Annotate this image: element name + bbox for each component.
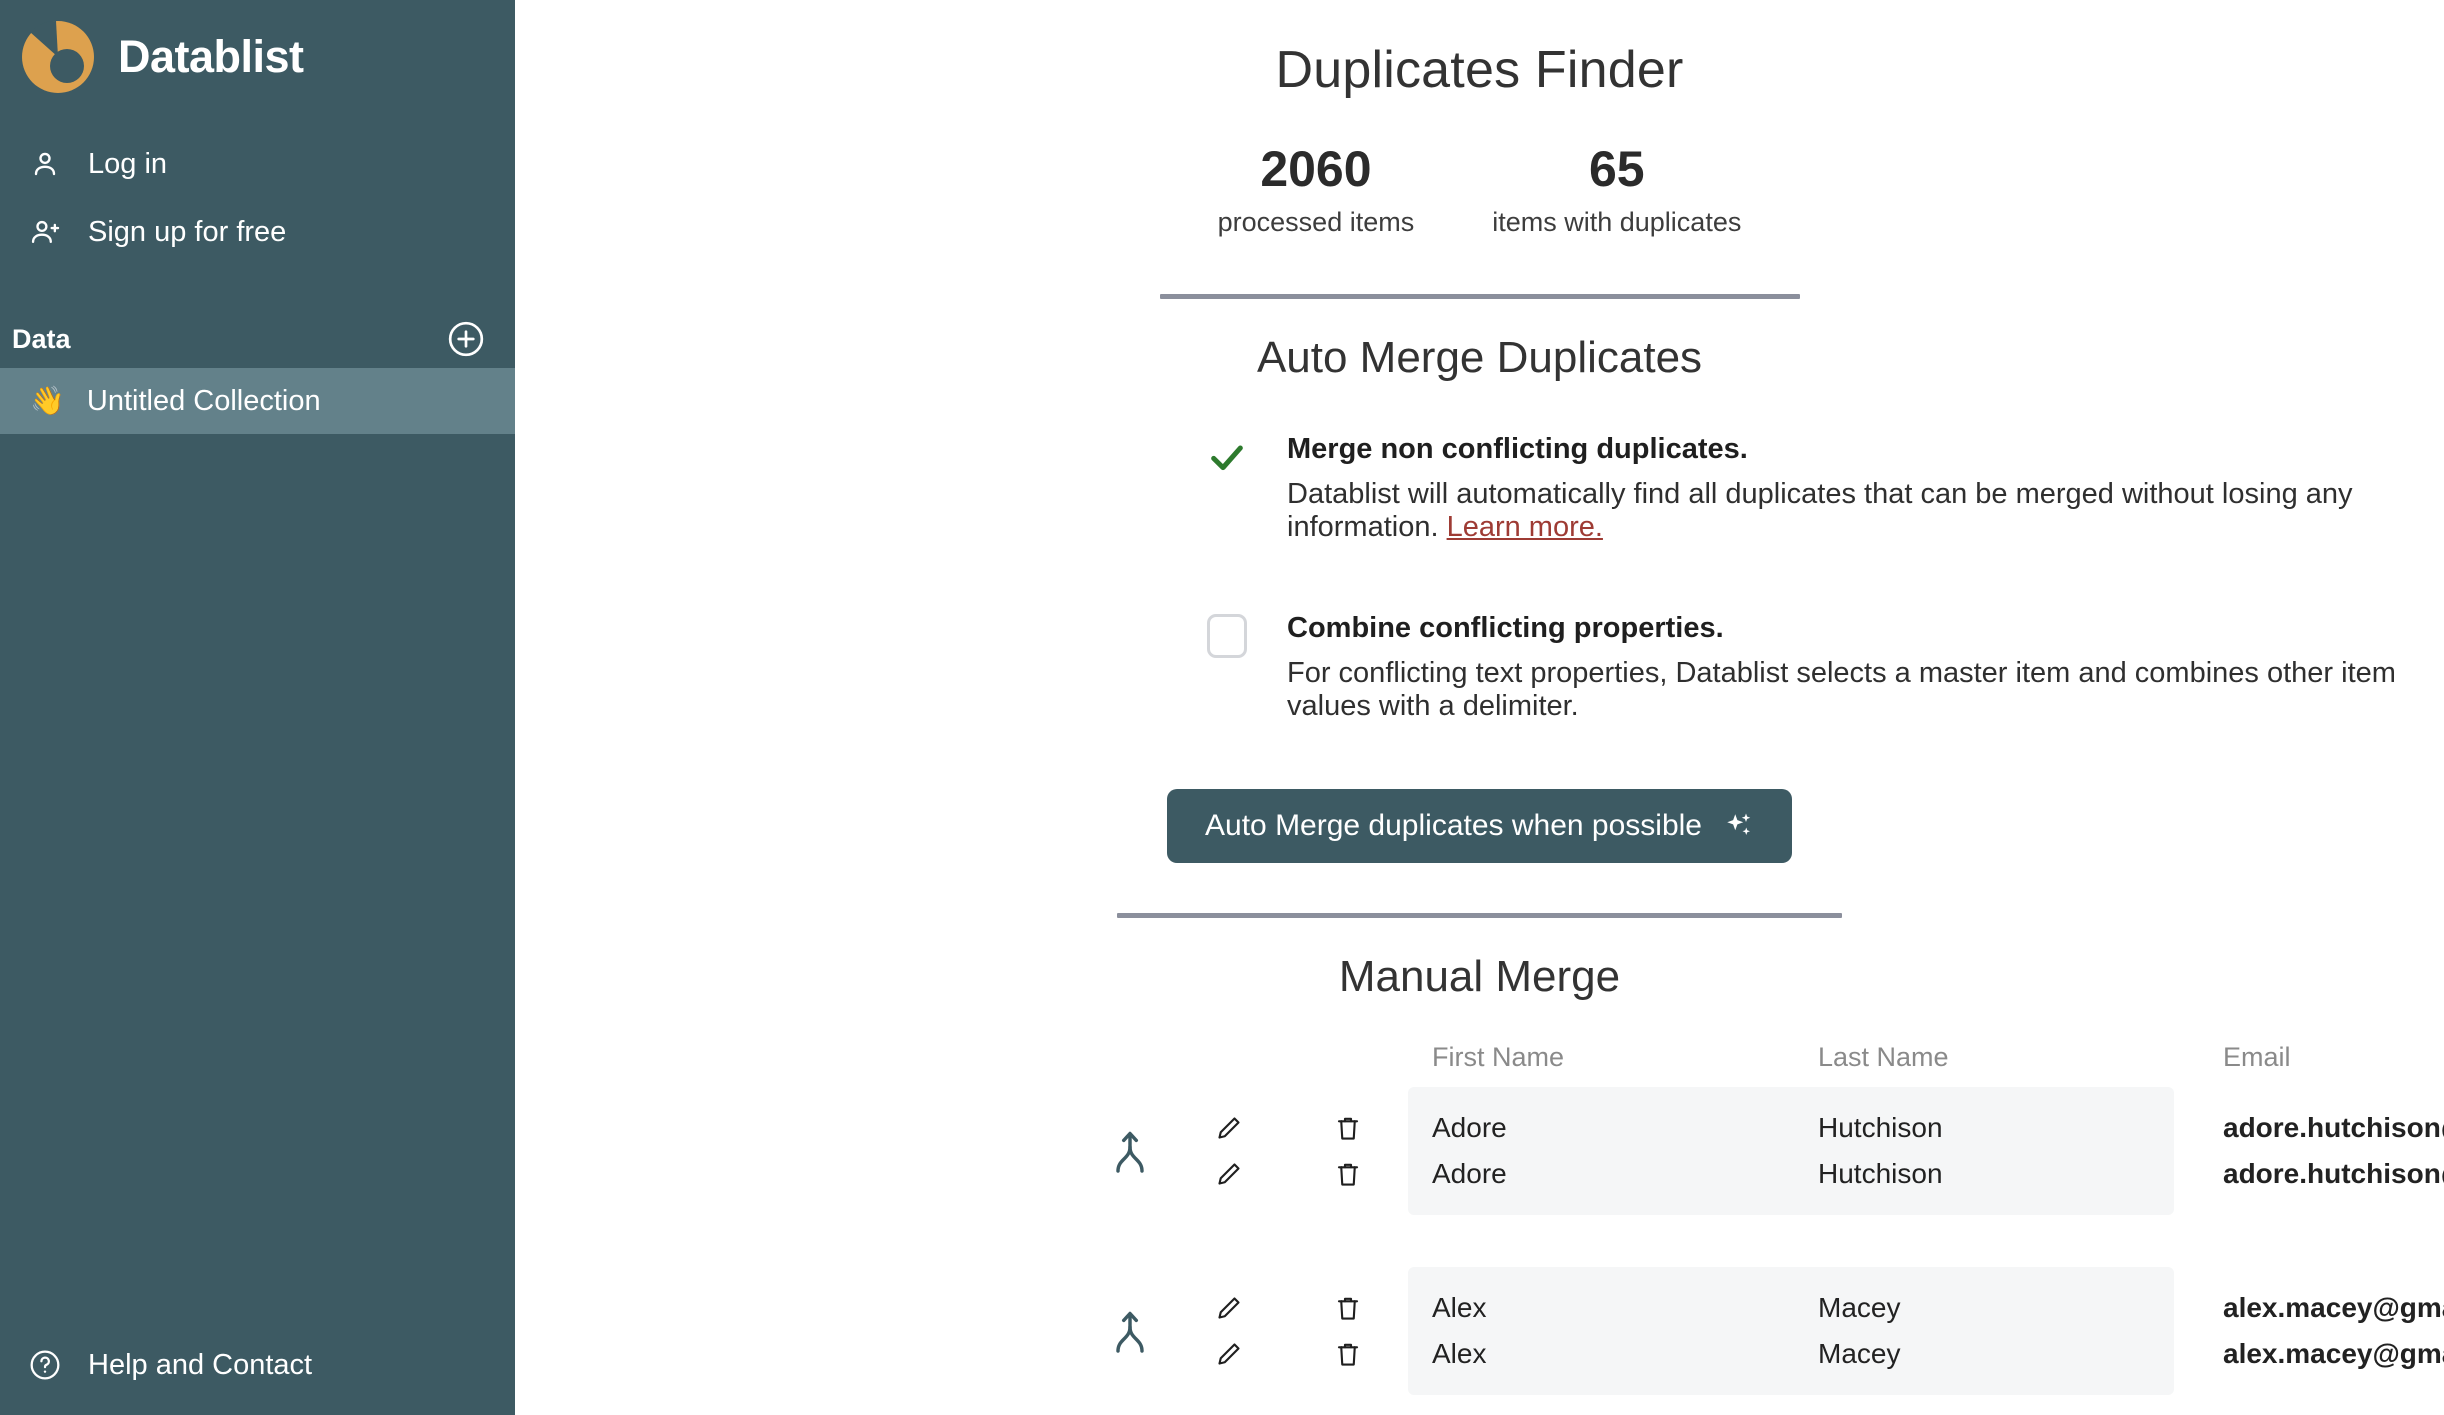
merge-arrow-icon[interactable] — [515, 1267, 1170, 1395]
table-header-row: First Name Last Name Email Profession — [515, 1042, 2444, 1087]
auto-merge-button-row: Auto Merge duplicates when possible — [515, 789, 2444, 863]
auto-merge-options: Merge non conflicting duplicates. Databl… — [1205, 431, 2444, 723]
stat-items-with-duplicates-value: 65 — [1492, 142, 1741, 197]
cell-first-name: Adore — [1408, 1087, 1818, 1151]
wave-emoji-icon: 👋 — [30, 387, 65, 415]
edit-row-button[interactable] — [1170, 1151, 1288, 1215]
trash-icon — [1333, 1159, 1363, 1189]
trash-icon — [1333, 1339, 1363, 1369]
edit-row-button[interactable] — [1170, 1267, 1288, 1331]
option-combine-conflicting-title: Combine conflicting properties. — [1287, 612, 2444, 645]
user-icon — [28, 147, 62, 181]
sidebar-item-login[interactable]: Log in — [0, 130, 515, 198]
duplicate-group: Alex Macey alex.macey@gmail.com firefigh… — [515, 1267, 2444, 1395]
cell-email: adore.hutchison@gmail.com — [2223, 1151, 2444, 1215]
help-circle-icon — [28, 1348, 62, 1382]
pencil-icon — [1214, 1339, 1244, 1369]
cell-first-name: Alex — [1408, 1267, 1818, 1331]
stat-processed-items: 2060 processed items — [1218, 142, 1415, 238]
user-plus-icon — [28, 215, 62, 249]
cell-email: alex.macey@gmail.com — [2223, 1267, 2444, 1331]
collection-label: Untitled Collection — [87, 385, 321, 418]
delete-row-button[interactable] — [1288, 1267, 1408, 1331]
help-and-contact-label: Help and Contact — [88, 1349, 312, 1382]
brand: Datablist — [0, 0, 515, 96]
cell-first-name: Alex — [1408, 1331, 1818, 1395]
stat-items-with-duplicates: 65 items with duplicates — [1492, 142, 1741, 238]
main-content: Duplicates Finder 2060 processed items 6… — [515, 0, 2444, 1415]
sidebar-item-login-label: Log in — [88, 148, 167, 181]
delete-row-button[interactable] — [1288, 1331, 1408, 1395]
stat-items-with-duplicates-label: items with duplicates — [1492, 207, 1741, 238]
manual-merge-heading: Manual Merge — [515, 952, 2444, 1002]
delete-row-button[interactable] — [1288, 1151, 1408, 1215]
column-header-email: Email — [2223, 1042, 2444, 1087]
page-title: Duplicates Finder — [515, 40, 2444, 100]
section-divider-bottom — [1117, 913, 1842, 918]
brand-name: Datablist — [118, 31, 304, 83]
checkbox-box — [1207, 614, 1247, 658]
option-merge-non-conflicting-desc: Datablist will automatically find all du… — [1287, 478, 2444, 544]
option-merge-non-conflicting-title: Merge non conflicting duplicates. — [1287, 433, 2444, 466]
sidebar-item-signup[interactable]: Sign up for free — [0, 198, 515, 266]
stat-processed-items-label: processed items — [1218, 207, 1415, 238]
cell-last-name: Macey — [1818, 1331, 2223, 1395]
data-section-header: Data — [0, 310, 515, 368]
merge-arrow-icon[interactable] — [515, 1087, 1170, 1215]
sidebar: Datablist Log in — [0, 0, 515, 1415]
edit-row-button[interactable] — [1170, 1087, 1288, 1151]
column-header-last-name: Last Name — [1818, 1042, 2223, 1087]
column-header-first-name: First Name — [1408, 1042, 1818, 1087]
empty-checkbox-icon[interactable] — [1205, 614, 1249, 658]
cell-last-name: Hutchison — [1818, 1151, 2223, 1215]
cell-first-name: Adore — [1408, 1151, 1818, 1215]
auto-merge-heading: Auto Merge Duplicates — [515, 333, 2444, 383]
duplicate-group: Adore Hutchison adore.hutchison@gmail.co… — [515, 1087, 2444, 1215]
app-root: Datablist Log in — [0, 0, 2444, 1415]
sidebar-item-help-and-contact[interactable]: Help and Contact — [0, 1335, 312, 1395]
cell-last-name: Hutchison — [1818, 1087, 2223, 1151]
stat-processed-items-value: 2060 — [1218, 142, 1415, 197]
datablist-logo-icon — [20, 19, 96, 95]
option-combine-conflicting-text: Combine conflicting properties. For conf… — [1287, 610, 2444, 723]
option-combine-conflicting-desc: For conflicting text properties, Databli… — [1287, 657, 2444, 723]
learn-more-link[interactable]: Learn more. — [1447, 511, 1603, 543]
option-merge-non-conflicting: Merge non conflicting duplicates. Databl… — [1205, 431, 2444, 544]
trash-icon — [1333, 1293, 1363, 1323]
sparkles-icon — [1724, 811, 1754, 841]
option-combine-conflicting: Combine conflicting properties. For conf… — [1205, 610, 2444, 723]
option-merge-non-conflicting-text: Merge non conflicting duplicates. Databl… — [1287, 431, 2444, 544]
plus-circle-icon[interactable] — [447, 320, 485, 358]
data-section-title: Data — [12, 324, 71, 355]
sidebar-item-signup-label: Sign up for free — [88, 216, 286, 249]
cell-email: adore.hutchison@gmail.com — [2223, 1087, 2444, 1151]
manual-merge-table: First Name Last Name Email Profession — [515, 1042, 2444, 1395]
stats-row: 2060 processed items 65 items with dupli… — [515, 142, 2444, 238]
trash-icon — [1333, 1113, 1363, 1143]
pencil-icon — [1214, 1159, 1244, 1189]
cell-email: alex.macey@gmail.com — [2223, 1331, 2444, 1395]
auto-merge-button-label: Auto Merge duplicates when possible — [1205, 809, 1702, 843]
sidebar-item-untitled-collection[interactable]: 👋 Untitled Collection — [0, 368, 515, 434]
section-divider-top — [1160, 294, 1800, 299]
sidebar-nav: Log in Sign up for free — [0, 130, 515, 266]
auto-merge-button[interactable]: Auto Merge duplicates when possible — [1167, 789, 1792, 863]
pencil-icon — [1214, 1113, 1244, 1143]
delete-row-button[interactable] — [1288, 1087, 1408, 1151]
edit-row-button[interactable] — [1170, 1331, 1288, 1395]
cell-last-name: Macey — [1818, 1267, 2223, 1331]
pencil-icon — [1214, 1293, 1244, 1323]
check-icon[interactable] — [1205, 435, 1249, 479]
